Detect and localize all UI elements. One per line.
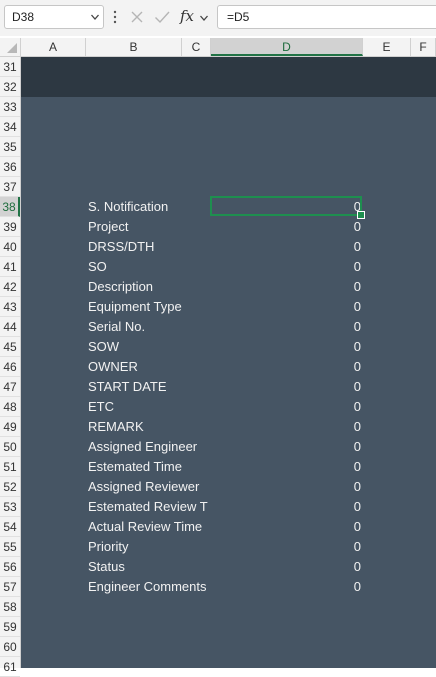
row-header[interactable]: 47 [0, 377, 20, 397]
column-header-a[interactable]: A [21, 38, 86, 56]
row-header[interactable]: 53 [0, 497, 20, 517]
row-header[interactable]: 32 [0, 77, 20, 97]
field-label[interactable]: Assigned Reviewer [88, 477, 210, 497]
row-header[interactable]: 34 [0, 117, 20, 137]
row-header[interactable]: 61 [0, 657, 20, 677]
field-value[interactable]: 0 [211, 577, 361, 597]
row-header[interactable]: 55 [0, 537, 20, 557]
field-label[interactable]: START DATE [88, 377, 210, 397]
field-label[interactable]: Description [88, 277, 210, 297]
field-value[interactable]: 0 [211, 557, 361, 577]
formula-controls: fx [126, 5, 212, 29]
field-label[interactable]: DRSS/DTH [88, 237, 210, 257]
formula-bar: D38 fx =D5 [0, 0, 436, 36]
field-label[interactable]: OWNER [88, 357, 210, 377]
field-value[interactable]: 0 [211, 317, 361, 337]
field-value[interactable]: 0 [211, 257, 361, 277]
field-value[interactable]: 0 [211, 457, 361, 477]
column-header-e[interactable]: E [363, 38, 411, 56]
row-header[interactable]: 35 [0, 137, 20, 157]
header-band [21, 57, 436, 97]
row-header[interactable]: 51 [0, 457, 20, 477]
row-header[interactable]: 54 [0, 517, 20, 537]
field-value[interactable]: 0 [211, 497, 361, 517]
row-header[interactable]: 60 [0, 637, 20, 657]
row-header[interactable]: 36 [0, 157, 20, 177]
field-label[interactable]: Status [88, 557, 210, 577]
row-header[interactable]: 57 [0, 577, 20, 597]
row-header[interactable]: 58 [0, 597, 20, 617]
row-header[interactable]: 39 [0, 217, 20, 237]
field-value[interactable]: 0 [211, 537, 361, 557]
field-label[interactable]: REMARK [88, 417, 210, 437]
field-label[interactable]: ETC [88, 397, 210, 417]
field-label[interactable]: Priority [88, 537, 210, 557]
select-all-button[interactable] [0, 38, 21, 56]
chevron-down-icon[interactable] [91, 13, 99, 21]
field-value[interactable]: 0 [211, 357, 361, 377]
more-options-icon[interactable] [113, 10, 117, 24]
field-label[interactable]: Equipment Type [88, 297, 210, 317]
column-header-b[interactable]: B [86, 38, 182, 56]
column-header-c[interactable]: C [182, 38, 211, 56]
field-value[interactable]: 0 [211, 417, 361, 437]
field-value[interactable]: 0 [211, 377, 361, 397]
column-headers: A B C D E F [0, 38, 436, 57]
formula-input[interactable]: =D5 [217, 5, 436, 29]
row-header[interactable]: 59 [0, 617, 20, 637]
field-value[interactable]: 0 [211, 217, 361, 237]
field-label[interactable]: S. Notification [88, 197, 210, 217]
field-label[interactable]: Engineer Comments [88, 577, 210, 597]
row-header[interactable]: 31 [0, 57, 20, 77]
field-label[interactable]: Assigned Engineer [88, 437, 210, 457]
field-value[interactable]: 0 [211, 477, 361, 497]
field-value[interactable]: 0 [211, 237, 361, 257]
field-value[interactable]: 0 [211, 397, 361, 417]
row-header[interactable]: 40 [0, 237, 20, 257]
field-label[interactable]: Estemated Review T [88, 497, 210, 517]
row-header[interactable]: 42 [0, 277, 20, 297]
field-label[interactable]: SO [88, 257, 210, 277]
row-header[interactable]: 41 [0, 257, 20, 277]
field-value[interactable]: 0 [211, 297, 361, 317]
field-value[interactable]: 0 [211, 517, 361, 537]
field-label[interactable]: Estemated Time [88, 457, 210, 477]
row-header[interactable]: 50 [0, 437, 20, 457]
cancel-icon[interactable] [130, 10, 144, 24]
field-label[interactable]: Project [88, 217, 210, 237]
field-label[interactable]: Actual Review Time [88, 517, 210, 537]
row-headers: 31 32 33 34 35 36 37 38 39 40 41 42 43 4… [0, 57, 21, 677]
row-header[interactable]: 46 [0, 357, 20, 377]
column-header-d[interactable]: D [211, 38, 363, 56]
row-header[interactable]: 37 [0, 177, 20, 197]
chevron-down-icon[interactable] [200, 14, 208, 22]
field-label[interactable]: Serial No. [88, 317, 210, 337]
row-header[interactable]: 56 [0, 557, 20, 577]
enter-check-icon[interactable] [154, 10, 170, 24]
active-cell-d38[interactable] [210, 196, 365, 219]
name-box-value: D38 [12, 10, 35, 24]
field-value[interactable]: 0 [211, 277, 361, 297]
insert-function-icon[interactable]: fx [180, 7, 194, 25]
sheet-grid[interactable]: S. Notification 0 Project 0 DRSS/DTH 0 S… [21, 57, 436, 668]
row-header-selected[interactable]: 38 [0, 197, 20, 217]
row-header[interactable]: 52 [0, 477, 20, 497]
row-header[interactable]: 45 [0, 337, 20, 357]
row-header[interactable]: 33 [0, 97, 20, 117]
formula-text: =D5 [227, 10, 250, 24]
row-header[interactable]: 43 [0, 297, 20, 317]
field-label[interactable]: SOW [88, 337, 210, 357]
name-box[interactable]: D38 [4, 5, 104, 29]
field-value[interactable]: 0 [211, 437, 361, 457]
row-header[interactable]: 44 [0, 317, 20, 337]
column-header-f[interactable]: F [411, 38, 436, 56]
row-header[interactable]: 49 [0, 417, 20, 437]
field-value[interactable]: 0 [211, 337, 361, 357]
row-header[interactable]: 48 [0, 397, 20, 417]
